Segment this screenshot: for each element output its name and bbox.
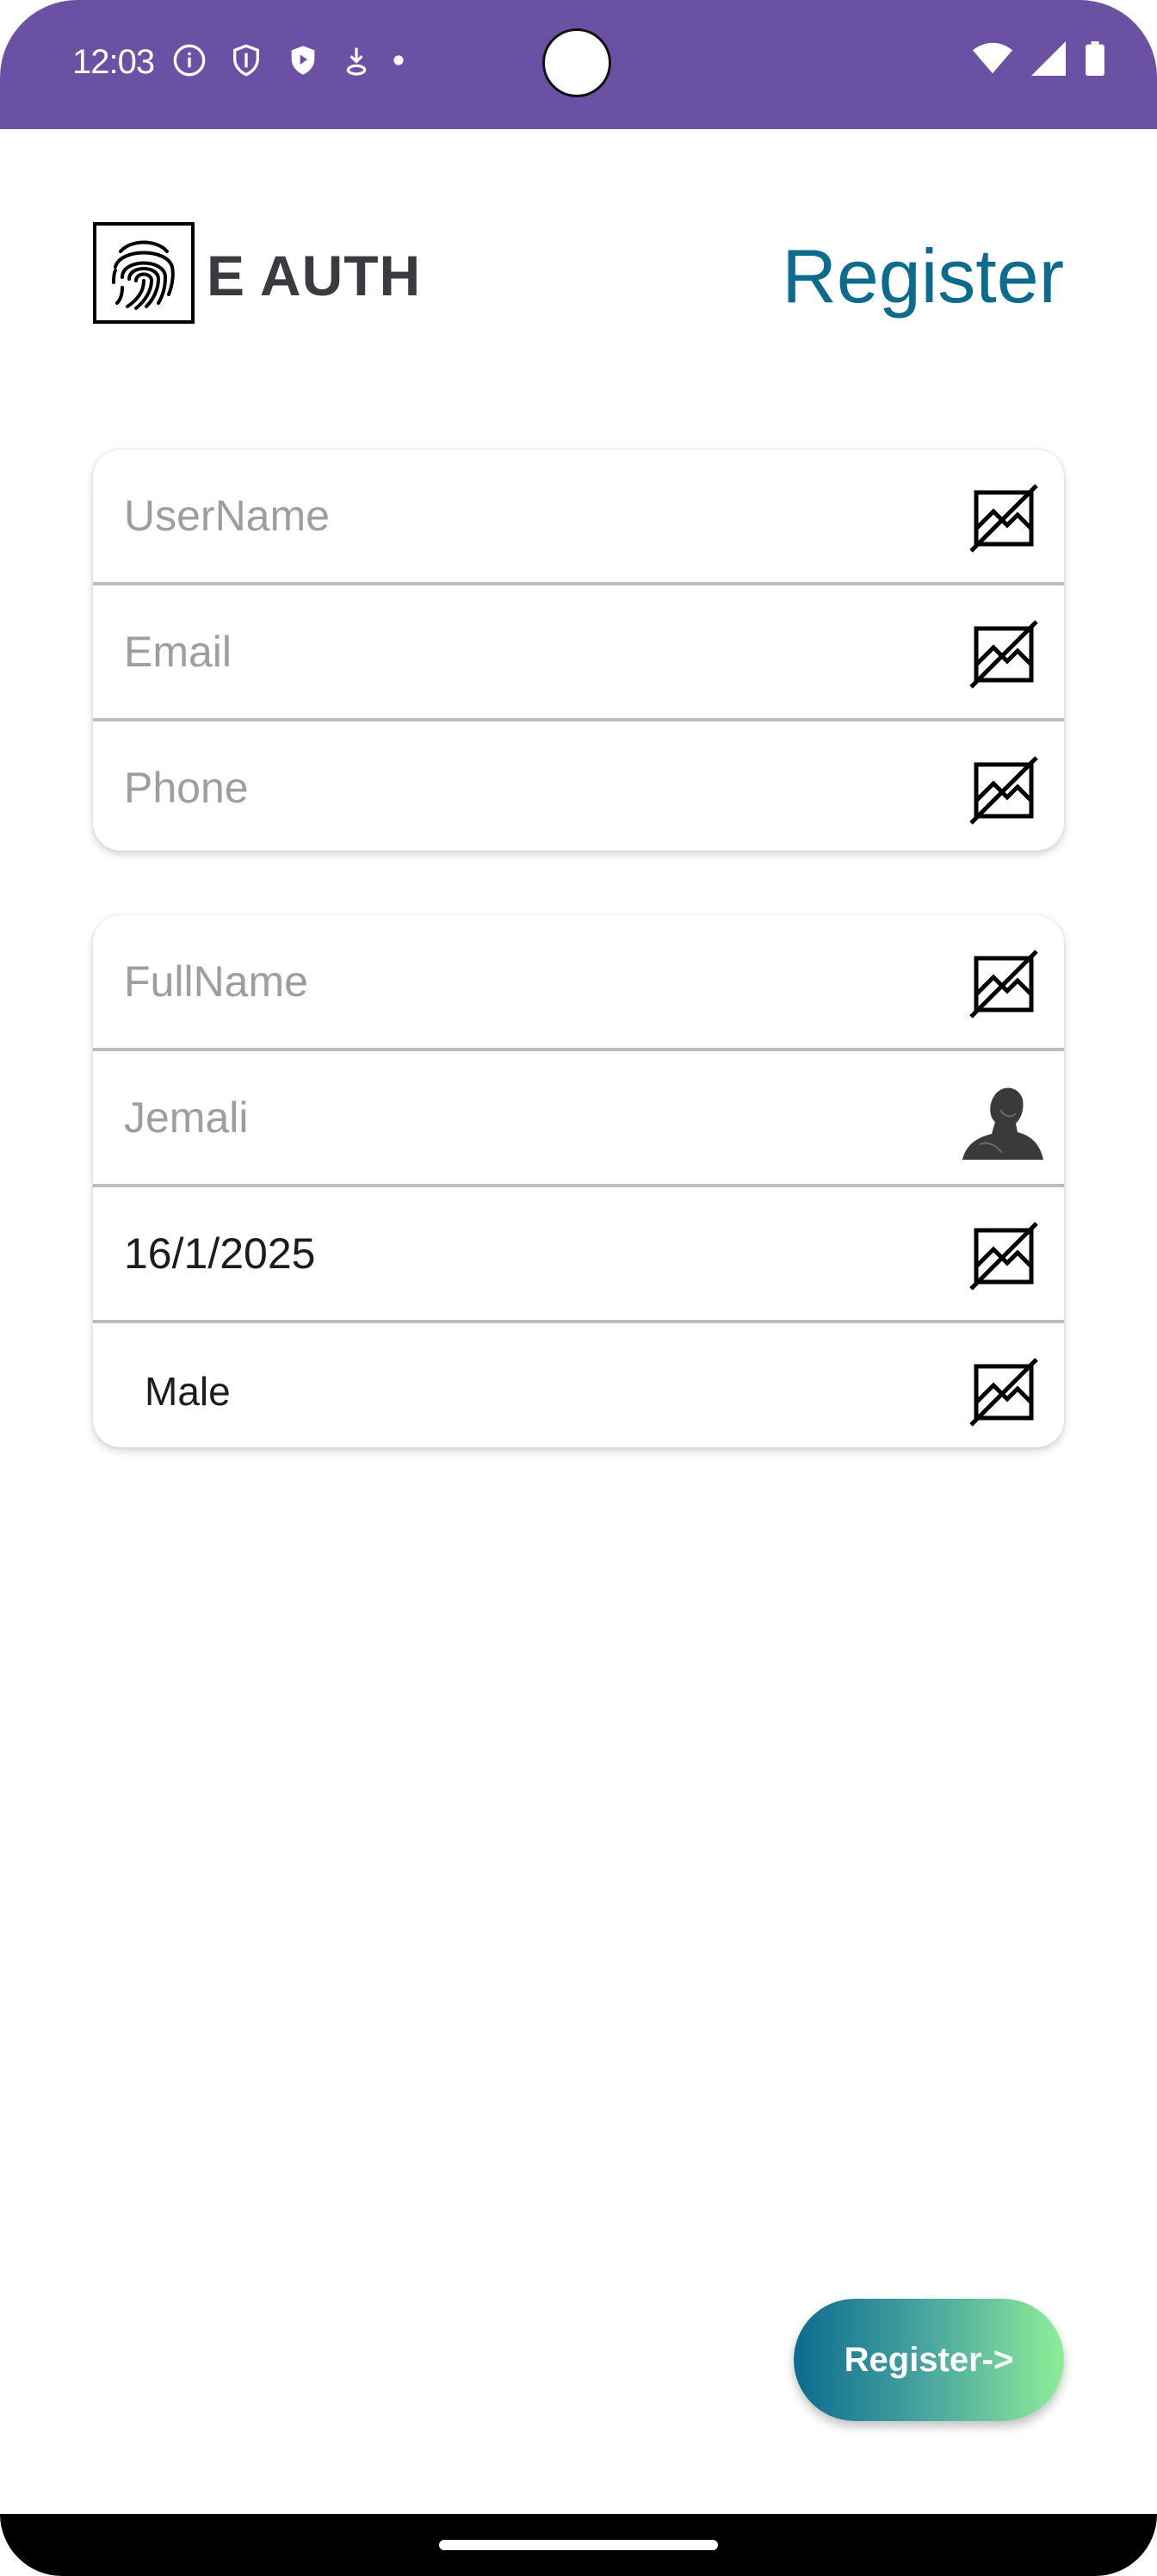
fingerprint-icon — [93, 222, 195, 324]
nickname-field[interactable]: Jemali — [93, 1051, 1064, 1187]
username-placeholder: UserName — [124, 492, 330, 540]
fullname-field[interactable]: FullName — [93, 915, 1064, 1051]
camera-cutout — [542, 28, 611, 97]
broken-image-icon — [969, 950, 1038, 1019]
shield-outline-icon — [233, 44, 259, 77]
phone-placeholder: Phone — [124, 764, 249, 812]
app-logo-text: E AUTH — [207, 244, 422, 307]
birthdate-value: 16/1/2025 — [124, 1229, 316, 1278]
info-icon — [173, 44, 206, 77]
broken-image-icon — [969, 1222, 1038, 1291]
phone-field[interactable]: Phone — [93, 721, 1064, 851]
page-title: Register — [782, 233, 1064, 319]
gender-value: Male — [145, 1369, 231, 1414]
broken-image-icon — [969, 484, 1038, 553]
download-icon — [346, 47, 367, 76]
email-field[interactable]: Email — [93, 585, 1064, 721]
dot-icon — [393, 55, 404, 65]
nickname-placeholder: Jemali — [124, 1093, 249, 1142]
broken-image-icon — [969, 1358, 1038, 1427]
username-field[interactable]: UserName — [93, 449, 1064, 585]
broken-image-icon — [969, 756, 1038, 825]
wifi-icon — [973, 42, 1012, 74]
avatar-photo-icon — [962, 1087, 1043, 1160]
battery-icon — [1086, 41, 1104, 76]
shield-play-icon — [291, 46, 315, 75]
home-indicator[interactable] — [439, 2540, 718, 2550]
signal-icon — [1031, 41, 1066, 76]
status-time: 12:03 — [72, 43, 155, 81]
profile-card: FullName Jemali 16/1/2025 Male — [93, 915, 1064, 1447]
status-icons-right — [973, 41, 1105, 76]
birthdate-field[interactable]: 16/1/2025 — [93, 1187, 1064, 1323]
email-placeholder: Email — [124, 628, 232, 676]
status-icons-left — [172, 43, 405, 77]
fullname-placeholder: FullName — [124, 957, 308, 1006]
broken-image-icon — [969, 620, 1038, 689]
account-card: UserName Email Phone — [93, 449, 1064, 851]
register-button[interactable]: Register-> — [794, 2299, 1064, 2421]
gender-field[interactable]: Male — [93, 1323, 1064, 1447]
